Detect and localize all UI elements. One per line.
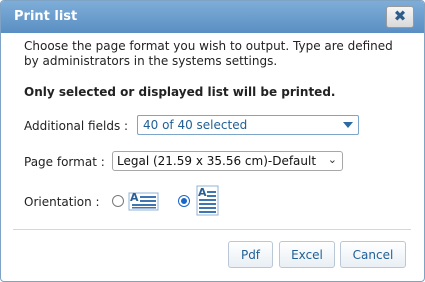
dropdown-arrow-icon bbox=[343, 122, 353, 128]
landscape-page-icon[interactable]: A bbox=[128, 187, 160, 213]
dialog-title: Print list bbox=[14, 9, 78, 24]
orientation-label: Orientation : bbox=[24, 195, 100, 209]
cancel-button[interactable]: Cancel bbox=[340, 241, 406, 268]
dialog-description: Choose the page format you wish to outpu… bbox=[24, 39, 393, 68]
page-format-select[interactable]: Legal (21.59 x 35.56 cm)-Default ⌄ bbox=[112, 151, 343, 171]
print-notice: Only selected or displayed list will be … bbox=[24, 85, 336, 99]
dialog-titlebar: Print list ✖ bbox=[1, 1, 424, 33]
close-icon: ✖ bbox=[393, 7, 407, 25]
excel-button[interactable]: Excel bbox=[279, 241, 335, 268]
additional-fields-select[interactable]: 40 of 40 selected bbox=[137, 115, 359, 135]
close-button[interactable]: ✖ bbox=[386, 6, 414, 28]
footer-divider bbox=[13, 229, 411, 230]
print-list-dialog: Print list ✖ Choose the page format you … bbox=[0, 0, 425, 282]
page-format-value: Legal (21.59 x 35.56 cm)-Default bbox=[117, 154, 317, 168]
orientation-portrait-radio[interactable] bbox=[178, 195, 190, 207]
pdf-button[interactable]: Pdf bbox=[228, 241, 273, 268]
svg-text:A: A bbox=[198, 186, 207, 199]
additional-fields-label: Additional fields : bbox=[24, 119, 129, 133]
orientation-landscape-radio[interactable] bbox=[112, 195, 124, 207]
additional-fields-value: 40 of 40 selected bbox=[143, 118, 248, 132]
chevron-down-icon: ⌄ bbox=[327, 153, 337, 166]
svg-text:A: A bbox=[130, 191, 139, 204]
portrait-page-icon[interactable]: A bbox=[195, 184, 221, 218]
page-format-label: Page format : bbox=[24, 155, 105, 169]
